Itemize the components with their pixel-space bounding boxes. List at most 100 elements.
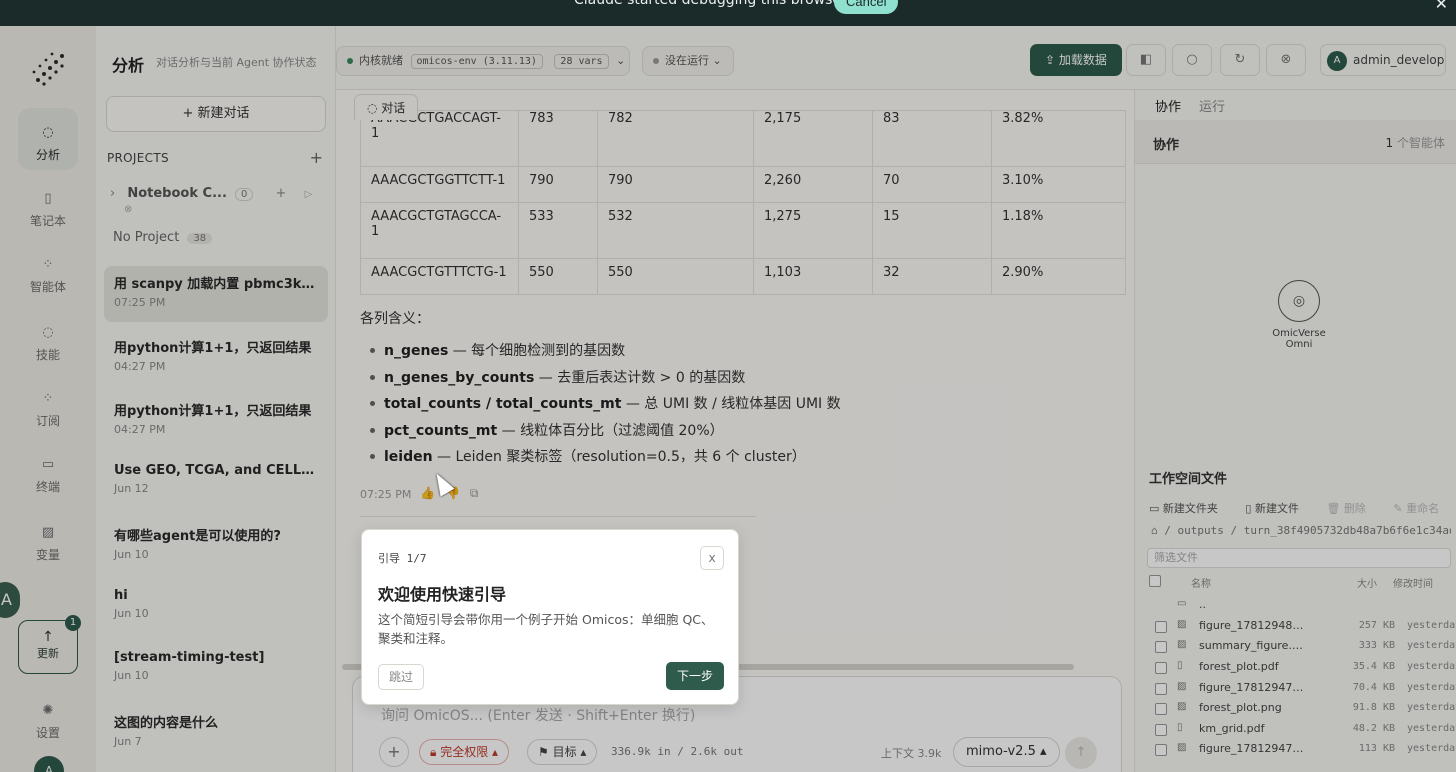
nav-analysis[interactable]: ◌ 分析 (18, 108, 78, 170)
list-item[interactable]: 用python计算1+1，只返回结果 04:27 PM (104, 393, 328, 449)
list-item[interactable]: 有哪些agent是可以使用的? Jun 10 (104, 518, 328, 574)
file-checkbox[interactable] (1155, 683, 1167, 695)
user-menu[interactable]: Aadmin_develop (1320, 44, 1446, 76)
nav-subscribe[interactable]: ⁘ 订阅 (18, 374, 78, 436)
update-button[interactable]: ↑ 更新 1 (18, 615, 81, 674)
list-item[interactable]: 这图的内容是什么 Jun 7 (104, 705, 328, 761)
delete-button[interactable]: 🗑︎ 删除 (1326, 502, 1377, 515)
new-folder-button[interactable]: ▭ 新建文件夹 (1149, 502, 1230, 515)
permission-selector[interactable]: 🔒︎ 完全权限 ▴ (419, 739, 510, 765)
file-filter-input[interactable]: 筛选文件 (1147, 548, 1451, 568)
file-name: .. (1199, 598, 1206, 611)
attach-button[interactable]: + (379, 737, 409, 767)
stop-icon[interactable]: ⊗ (1266, 44, 1306, 76)
column-modified[interactable]: 修改时间 (1393, 575, 1433, 590)
tour-step: 引导 1/7 (378, 552, 427, 565)
avatar[interactable]: A (34, 756, 64, 772)
agent-node[interactable]: ◎ OmicVerse Omni (1259, 280, 1339, 350)
new-file-button[interactable]: ▯ 新建文件 (1245, 502, 1311, 515)
list-item: leiden — Leiden 聚类标签（resolution=0.5，共 6 … (360, 446, 841, 473)
close-tour-button[interactable]: x (700, 546, 724, 570)
file-row[interactable]: ▨ summary_figure.png 333 KB yesterday (1155, 638, 1456, 658)
image-icon: ▨ (1177, 619, 1187, 630)
banner-message: Claude started debugging this browser (574, 0, 847, 8)
translate-icon[interactable]: A (0, 582, 20, 618)
token-usage: 336.9k in / 2.6k out (611, 745, 744, 758)
table-cell: 1,275 (753, 202, 873, 259)
conversation-title: 用python计算1+1，只返回结果 (114, 341, 312, 356)
column-name[interactable]: 名称 (1191, 575, 1211, 590)
add-icon[interactable]: + (276, 186, 287, 201)
message-time: 07:25 PM (360, 488, 412, 501)
conversation-date: 07:25 PM (114, 296, 166, 309)
file-checkbox[interactable] (1155, 621, 1167, 633)
cancel-debug-button[interactable]: Cancel (834, 0, 899, 14)
project-name: Notebook C... (127, 186, 227, 201)
file-row[interactable]: ▨ figure_17812947780.png 70.4 KB yesterday (1155, 680, 1456, 700)
home-icon[interactable]: ⌂ (1151, 524, 1164, 537)
goal-selector[interactable]: ⚑ 目标 ▴ (527, 739, 598, 765)
list-item[interactable]: [stream-timing-test] Jun 10 (104, 643, 328, 699)
file-checkbox[interactable] (1155, 744, 1167, 756)
file-row[interactable]: ▨ figure_17812947770.png 113 KB yesterday (1155, 741, 1456, 761)
list-item[interactable]: 用python计算1+1，只返回结果 04:27 PM (104, 330, 328, 386)
nav-settings[interactable]: ✺ 设置 (18, 686, 78, 748)
tab-conversation[interactable]: ◌ 对话 (354, 94, 419, 120)
chat-icon: ◌ (367, 101, 382, 115)
nav-skill[interactable]: ◌ 技能 (18, 308, 78, 370)
nav-variable[interactable]: ▨ 变量 (18, 508, 78, 570)
tab-run[interactable]: 运行 (1199, 100, 1225, 115)
file-checkbox[interactable] (1155, 703, 1167, 715)
kernel-status-pill[interactable]: 内核就绪 omicos-env (3.11.13) 28 vars ⌄ (336, 46, 630, 76)
file-row[interactable]: ▯ km_grid.pdf 48.2 KB yesterday (1155, 721, 1456, 741)
close-icon[interactable]: ⊗ (124, 204, 132, 215)
load-data-button[interactable]: ⇪ 加载数据 (1030, 44, 1122, 76)
send-button[interactable]: ↑ (1065, 737, 1097, 769)
file-row[interactable]: ▨ figure_17812948040.png 257 KB yesterday (1155, 618, 1456, 638)
goal-label: 目标 (552, 745, 577, 759)
file-size: 333 KB (1358, 640, 1395, 651)
file-checkbox[interactable] (1155, 724, 1167, 736)
column-size[interactable]: 大小 (1357, 575, 1377, 590)
skip-button[interactable]: 跳过 (378, 664, 425, 690)
panel-toggle-icon[interactable]: ◧ (1126, 44, 1166, 76)
file-row[interactable]: ▯ forest_plot.pdf 35.4 KB yesterday (1155, 659, 1456, 679)
list-item[interactable]: 用 scanpy 加载内置 pbmc3k 数... 07:25 PM (104, 266, 328, 322)
tool-label: 删除 (1343, 502, 1366, 515)
copy-icon[interactable]: ⧉ (470, 486, 489, 500)
file-checkbox[interactable] (1155, 641, 1167, 653)
refresh-icon[interactable]: ↻ (1220, 44, 1260, 76)
nav-label: 笔记本 (29, 214, 66, 228)
send-icon[interactable]: ▷ (305, 189, 313, 200)
list-item[interactable]: Use GEO, TCGA, and CELLxG... Jun 12 (104, 456, 328, 512)
file-checkbox[interactable] (1155, 662, 1167, 674)
no-project-row[interactable]: No Project 38 (113, 230, 213, 245)
add-project-icon[interactable]: + (310, 148, 323, 167)
next-button[interactable]: 下一步 (666, 662, 725, 690)
meaning-desc: — 去重后表达计数 > 0 的基因数 (534, 369, 746, 386)
model-selector[interactable]: mimo-v2.5 ▴ (953, 737, 1060, 767)
file-row-parent[interactable]: ▭.. (1155, 597, 1455, 617)
nav-terminal[interactable]: ▭ 终端 (18, 440, 78, 502)
list-item[interactable]: hi Jun 10 (104, 581, 328, 637)
notebook-project-row[interactable]: › Notebook C... 0 + ▷ ⊗ (110, 186, 330, 215)
rename-button[interactable]: ✎ 重命名 (1393, 502, 1451, 515)
new-chat-button[interactable]: + 新建对话 (106, 96, 326, 132)
chat-input[interactable]: 询问 OmicOS... (Enter 发送 · Shift+Enter 换行) (381, 705, 695, 725)
right-panel: 协作 运行 协作 1 个智能体 ◎ OmicVerse Omni 工作空间文件 ▭… (1134, 90, 1456, 772)
folder-icon: ▭ (1177, 598, 1187, 609)
tab-label: 对话 (381, 101, 406, 115)
flag-icon: ⚑ (538, 745, 553, 759)
nav-agent[interactable]: ⁘ 智能体 (18, 240, 78, 302)
circle-icon[interactable]: ○ (1172, 44, 1212, 76)
select-all-checkbox[interactable] (1149, 575, 1161, 587)
meaning-desc: — 总 UMI 数 / 线粒体基因 UMI 数 (621, 396, 841, 412)
close-banner-icon[interactable]: ✕ (1435, 0, 1448, 13)
collab-label: 协作 (1153, 138, 1180, 153)
nav-notebook[interactable]: ▯ 笔记本 (18, 174, 78, 236)
run-status-pill[interactable]: 没在运行 ⌄ (642, 46, 734, 76)
table-row: AAACGCTGTTTCTG-1 550 550 1,103 32 2.90% (360, 258, 1126, 295)
skill-icon: ◌ (42, 325, 54, 340)
table-cell: 532 (597, 202, 754, 259)
file-row[interactable]: ▨ forest_plot.png 91.8 KB yesterday (1155, 700, 1456, 720)
